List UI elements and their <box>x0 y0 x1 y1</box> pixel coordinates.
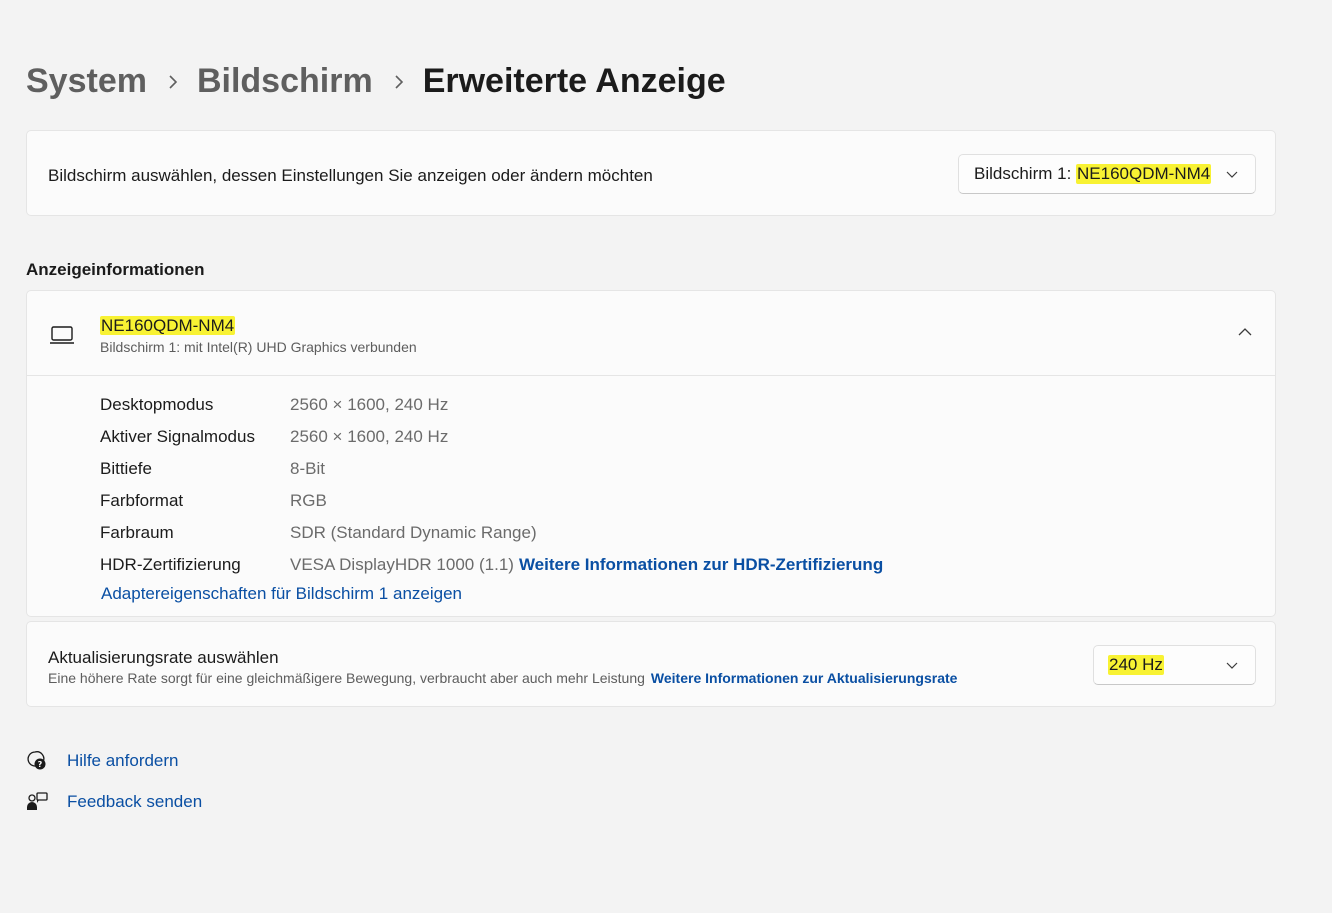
display-info-header[interactable]: NE160QDM-NM4 Bildschirm 1: mit Intel(R) … <box>27 291 1275 376</box>
info-row-value: RGB <box>290 491 327 510</box>
breadcrumb-system[interactable]: System <box>26 62 147 101</box>
info-row-value: VESA DisplayHDR 1000 (1.1) <box>290 555 514 574</box>
display-dropdown[interactable]: Bildschirm 1: NE160QDM-NM4 <box>958 154 1256 194</box>
info-row-key: Farbformat <box>100 491 184 510</box>
select-display-label: Bildschirm auswählen, dessen Einstellung… <box>48 166 653 185</box>
display-dropdown-value: NE160QDM-NM4 <box>1076 164 1212 184</box>
info-row-key: HDR-Zertifizierung <box>100 555 241 574</box>
info-row-key: Desktopmodus <box>100 395 214 414</box>
monitor-name-text: NE160QDM-NM4 <box>100 316 236 335</box>
laptop-icon <box>50 326 74 344</box>
info-row: Aktiver Signalmodus 2560 × 1600, 240 Hz <box>100 421 883 453</box>
help-link[interactable]: ? Hilfe anfordern <box>26 750 179 772</box>
refresh-rate-card: Aktualisierungsrate auswählen Eine höher… <box>26 621 1276 707</box>
svg-text:?: ? <box>38 760 43 769</box>
info-row: HDR-Zertifizierung VESA DisplayHDR 1000 … <box>100 549 883 581</box>
refresh-rate-description-text: Eine höhere Rate sorgt für eine gleichmä… <box>48 670 645 686</box>
info-row: Desktopmodus 2560 × 1600, 240 Hz <box>100 389 883 421</box>
chevron-up-icon[interactable] <box>1237 324 1253 340</box>
monitor-name: NE160QDM-NM4 <box>100 316 236 336</box>
display-dropdown-prefix: Bildschirm 1: <box>974 164 1077 183</box>
chevron-right-icon <box>167 74 179 90</box>
select-display-card: Bildschirm auswählen, dessen Einstellung… <box>26 130 1276 216</box>
monitor-subtitle: Bildschirm 1: mit Intel(R) UHD Graphics … <box>100 339 417 355</box>
chevron-right-icon <box>393 74 405 90</box>
refresh-rate-info-link[interactable]: Weitere Informationen zur Aktualisierung… <box>651 670 958 686</box>
info-row-key: Aktiver Signalmodus <box>100 427 255 446</box>
chevron-down-icon <box>1226 171 1238 178</box>
info-row: Farbraum SDR (Standard Dynamic Range) <box>100 517 883 549</box>
refresh-rate-dropdown[interactable]: 240 Hz <box>1093 645 1256 685</box>
info-row: Bittiefe 8-Bit <box>100 453 883 485</box>
refresh-rate-title: Aktualisierungsrate auswählen <box>48 648 279 667</box>
help-label: Hilfe anfordern <box>67 751 179 770</box>
display-info-card: NE160QDM-NM4 Bildschirm 1: mit Intel(R) … <box>26 290 1276 617</box>
hdr-info-link[interactable]: Weitere Informationen zur HDR-Zertifizie… <box>519 555 883 575</box>
refresh-rate-value: 240 Hz <box>1108 655 1164 675</box>
display-info-rows: Desktopmodus 2560 × 1600, 240 Hz Aktiver… <box>100 389 883 581</box>
adapter-properties-link[interactable]: Adaptereigenschaften für Bildschirm 1 an… <box>101 584 462 604</box>
info-row-key: Farbraum <box>100 523 174 542</box>
feedback-icon <box>27 792 48 810</box>
breadcrumb: System Bildschirm Erweiterte Anzeige <box>26 62 726 101</box>
info-row-key: Bittiefe <box>100 459 152 478</box>
chevron-down-icon <box>1226 662 1238 669</box>
breadcrumb-bildschirm[interactable]: Bildschirm <box>197 62 373 101</box>
info-row-value: SDR (Standard Dynamic Range) <box>290 523 537 542</box>
info-row: Farbformat RGB <box>100 485 883 517</box>
page-title: Erweiterte Anzeige <box>422 62 726 100</box>
section-title-display-info: Anzeigeinformationen <box>26 260 205 279</box>
help-icon: ? <box>27 751 46 770</box>
info-row-value: 8-Bit <box>290 459 325 478</box>
refresh-rate-description: Eine höhere Rate sorgt für eine gleichmä… <box>48 670 957 686</box>
info-row-value: 2560 × 1600, 240 Hz <box>290 427 449 446</box>
info-row-value: 2560 × 1600, 240 Hz <box>290 395 449 414</box>
feedback-link[interactable]: Feedback senden <box>26 791 202 813</box>
feedback-label: Feedback senden <box>67 792 203 811</box>
